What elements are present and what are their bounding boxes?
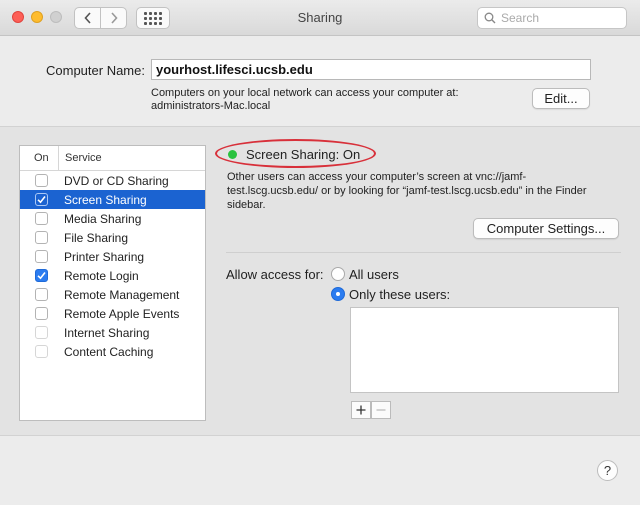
plus-icon — [356, 405, 366, 415]
service-label: Remote Apple Events — [64, 306, 180, 321]
checkbox[interactable] — [35, 269, 48, 282]
add-user-button[interactable] — [351, 401, 371, 419]
service-label: Internet Sharing — [64, 325, 150, 340]
service-row-content-caching[interactable]: Content Caching — [20, 342, 205, 361]
allowed-users-list[interactable] — [350, 307, 619, 393]
service-label: DVD or CD Sharing — [64, 173, 169, 188]
checkbox[interactable] — [35, 250, 48, 263]
checkbox[interactable] — [35, 231, 48, 244]
all-users-label[interactable]: All users — [349, 267, 399, 282]
service-row-file-sharing[interactable]: File Sharing — [20, 228, 205, 247]
service-row-media-sharing[interactable]: Media Sharing — [20, 209, 205, 228]
service-row-dvd-cd-sharing[interactable]: DVD or CD Sharing — [20, 171, 205, 190]
service-label: Screen Sharing — [64, 192, 147, 207]
checkbox[interactable] — [35, 193, 48, 206]
checkbox[interactable] — [35, 345, 48, 358]
status-indicator-icon — [228, 150, 237, 159]
edit-computer-name-button[interactable]: Edit... — [532, 88, 590, 109]
checkbox[interactable] — [35, 212, 48, 225]
service-list-header: On Service — [20, 145, 205, 171]
question-mark-icon: ? — [603, 463, 612, 478]
checkmark-icon — [37, 196, 46, 204]
service-label: Remote Management — [64, 287, 180, 302]
service-row-remote-management[interactable]: Remote Management — [20, 285, 205, 304]
service-status: Screen Sharing: On — [246, 147, 361, 162]
column-header-service[interactable]: Service — [58, 145, 102, 171]
bottom-divider — [0, 435, 640, 436]
service-row-remote-apple-events[interactable]: Remote Apple Events — [20, 304, 205, 323]
all-users-radio[interactable] — [331, 267, 345, 281]
search-icon — [484, 12, 496, 24]
checkbox[interactable] — [35, 307, 48, 320]
service-label: Content Caching — [64, 344, 154, 359]
checkbox[interactable] — [35, 326, 48, 339]
computer-name-label: Computer Name: — [46, 63, 145, 78]
help-button[interactable]: ? — [597, 460, 618, 481]
checkmark-icon — [37, 272, 46, 280]
only-these-users-label[interactable]: Only these users: — [349, 287, 450, 302]
column-header-on[interactable]: On — [20, 152, 58, 164]
minus-icon — [376, 409, 386, 411]
computer-settings-button[interactable]: Computer Settings... — [473, 218, 619, 239]
service-description-line: test.lscg.ucsb.edu/ or by looking for “j… — [227, 185, 587, 197]
computer-address-local-name: administrators-Mac.local — [151, 100, 271, 112]
computer-address-info: Computers on your local network can acce… — [151, 87, 521, 113]
service-row-printer-sharing[interactable]: Printer Sharing — [20, 247, 205, 266]
search-input[interactable] — [501, 11, 611, 25]
allow-access-label: Allow access for: — [226, 267, 324, 282]
title-bar: Sharing — [0, 0, 640, 36]
computer-name-field[interactable]: yourhost.lifesci.ucsb.edu — [151, 59, 591, 80]
service-row-screen-sharing[interactable]: Screen Sharing — [20, 190, 205, 209]
service-label: File Sharing — [64, 230, 129, 245]
remove-user-button[interactable] — [371, 401, 391, 419]
search-field[interactable] — [477, 7, 627, 29]
service-description-line: sidebar. — [227, 199, 266, 211]
service-label: Remote Login — [64, 268, 139, 283]
service-label: Media Sharing — [64, 211, 142, 226]
checkbox[interactable] — [35, 288, 48, 301]
checkbox[interactable] — [35, 174, 48, 187]
only-these-users-radio[interactable] — [331, 287, 345, 301]
detail-divider — [226, 252, 621, 253]
service-label: Printer Sharing — [64, 249, 145, 264]
service-row-remote-login[interactable]: Remote Login — [20, 266, 205, 285]
service-description-line: Other users can access your computer’s s… — [227, 171, 527, 183]
service-list: On Service DVD or CD Sharing Screen Shar… — [19, 145, 206, 421]
service-description: Other users can access your computer’s s… — [227, 170, 622, 212]
service-row-internet-sharing[interactable]: Internet Sharing — [20, 323, 205, 342]
computer-address-info-line: Computers on your local network can acce… — [151, 87, 459, 99]
